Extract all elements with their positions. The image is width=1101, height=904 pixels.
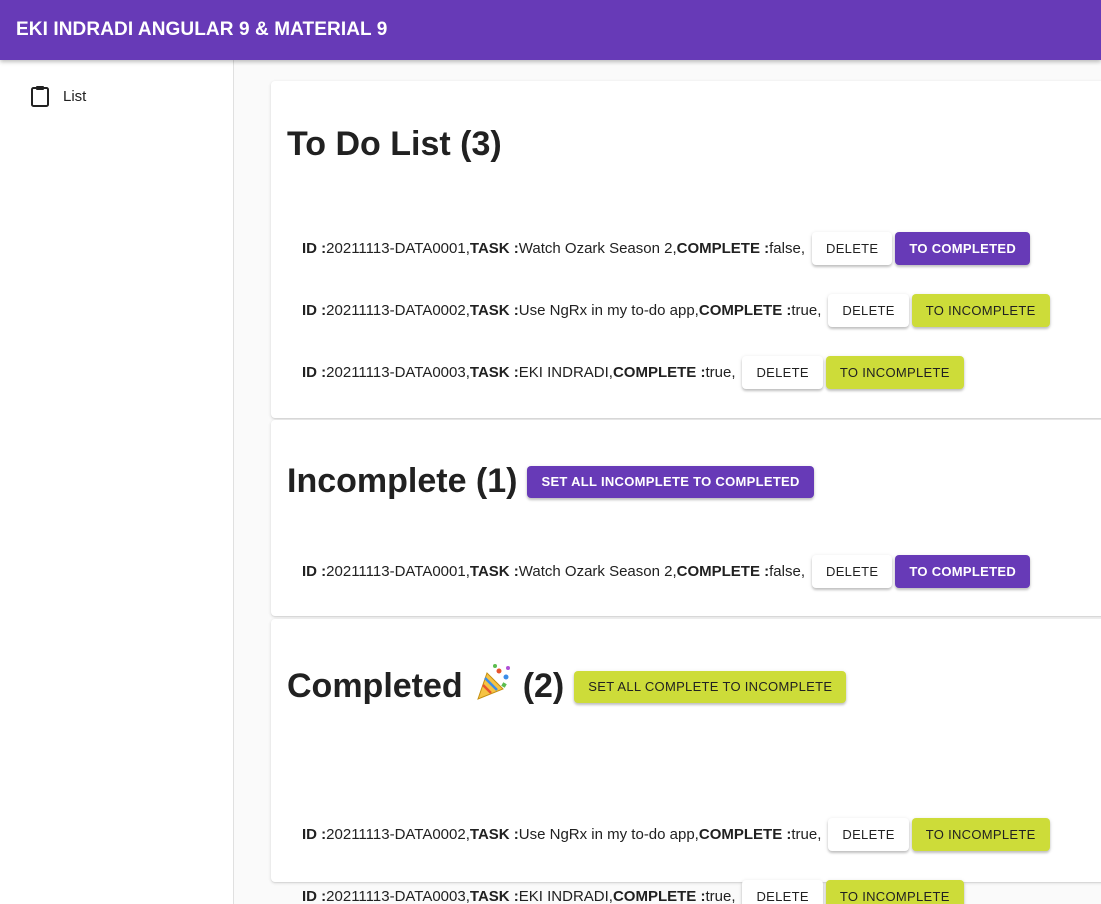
list-item: ID :20211113-DATA0001, TASK : Watch Ozark … xyxy=(302,554,1031,588)
to-incomplete-button[interactable]: TO INCOMPLETE xyxy=(825,879,964,904)
delete-button[interactable]: DELETE xyxy=(742,355,823,389)
id-label: ID : xyxy=(302,363,327,381)
completed-count: (2) xyxy=(522,667,565,705)
completed-card: Completed (2) SET ALL COMPLETE TO INCOMP… xyxy=(271,619,1101,904)
item-task: EKI INDRADI, xyxy=(518,887,613,904)
to-completed-button[interactable]: TO COMPLETED xyxy=(895,554,1031,588)
task-label: TASK : xyxy=(469,562,519,580)
item-id: 20211113-DATA0003, xyxy=(326,363,470,381)
list-item: ID :20211113-DATA0003, TASK : EKI INDRADI,… xyxy=(302,355,964,389)
delete-button[interactable]: DELETE xyxy=(812,554,893,588)
item-task: EKI INDRADI, xyxy=(518,363,613,381)
list-item: ID :20211113-DATA0001, TASK : Watch Ozark … xyxy=(302,231,1031,265)
task-label: TASK : xyxy=(469,363,519,381)
item-task: Use NgRx in my to-do app, xyxy=(518,301,699,319)
complete-label: COMPLETE : xyxy=(698,825,792,843)
delete-button[interactable]: DELETE xyxy=(828,293,909,327)
to-completed-button[interactable]: TO COMPLETED xyxy=(895,231,1031,265)
delete-button[interactable]: DELETE xyxy=(828,817,909,851)
top-toolbar: EKI INDRADI ANGULAR 9 & MATERIAL 9 xyxy=(0,0,1101,60)
id-label: ID : xyxy=(302,562,327,580)
item-id: 20211113-DATA0001, xyxy=(326,239,470,257)
incomplete-card: Incomplete (1) SET ALL INCOMPLETE TO COM… xyxy=(271,420,1101,616)
sidebar-item-list[interactable]: List xyxy=(30,83,86,109)
completed-title-text: Completed xyxy=(287,667,463,705)
complete-label: COMPLETE : xyxy=(612,887,706,904)
item-complete: false, xyxy=(769,562,805,580)
task-label: TASK : xyxy=(469,825,519,843)
list-item: ID :20211113-DATA0003, TASK : EKI INDRADI,… xyxy=(302,879,964,904)
app-title: EKI INDRADI ANGULAR 9 & MATERIAL 9 xyxy=(16,19,388,40)
item-complete: true, xyxy=(705,363,736,381)
item-id: 20211113-DATA0001, xyxy=(326,562,470,580)
to-incomplete-button[interactable]: TO INCOMPLETE xyxy=(911,817,1050,851)
party-popper-icon xyxy=(475,663,513,710)
task-label: TASK : xyxy=(469,301,519,319)
id-label: ID : xyxy=(302,239,327,257)
complete-label: COMPLETE : xyxy=(676,562,770,580)
item-id: 20211113-DATA0003, xyxy=(326,887,470,904)
item-task: Watch Ozark Season 2, xyxy=(518,239,677,257)
set-all-complete-to-incomplete-button[interactable]: SET ALL COMPLETE TO INCOMPLETE xyxy=(574,670,847,703)
incomplete-title: Incomplete (1) SET ALL INCOMPLETE TO COM… xyxy=(287,462,814,501)
id-label: ID : xyxy=(302,825,327,843)
main-content: To Do List (3) ID :20211113-DATA0001, TAS… xyxy=(234,60,1101,904)
todo-list-card: To Do List (3) ID :20211113-DATA0001, TAS… xyxy=(271,81,1101,418)
item-complete: false, xyxy=(769,239,805,257)
item-task: Use NgRx in my to-do app, xyxy=(518,825,699,843)
set-all-incomplete-to-completed-button[interactable]: SET ALL INCOMPLETE TO COMPLETED xyxy=(527,465,814,498)
item-id: 20211113-DATA0002, xyxy=(326,301,470,319)
item-complete: true, xyxy=(705,887,736,904)
complete-label: COMPLETE : xyxy=(612,363,706,381)
completed-title: Completed (2) SET ALL COMPLETE TO INCOMP… xyxy=(287,663,847,710)
clipboard-icon xyxy=(30,85,50,107)
task-label: TASK : xyxy=(469,239,519,257)
sidebar-item-label: List xyxy=(63,87,87,105)
item-complete: true, xyxy=(791,301,822,319)
todo-list-title: To Do List (3) xyxy=(287,125,502,163)
item-id: 20211113-DATA0002, xyxy=(326,825,470,843)
delete-button[interactable]: DELETE xyxy=(812,231,893,265)
item-complete: true, xyxy=(791,825,822,843)
list-item: ID :20211113-DATA0002, TASK : Use NgRx in … xyxy=(302,817,1050,851)
delete-button[interactable]: DELETE xyxy=(742,879,823,904)
id-label: ID : xyxy=(302,301,327,319)
to-incomplete-button[interactable]: TO INCOMPLETE xyxy=(911,293,1050,327)
task-label: TASK : xyxy=(469,887,519,904)
incomplete-title-text: Incomplete (1) xyxy=(287,462,518,500)
list-item: ID :20211113-DATA0002, TASK : Use NgRx in … xyxy=(302,293,1050,327)
id-label: ID : xyxy=(302,887,327,904)
complete-label: COMPLETE : xyxy=(698,301,792,319)
to-incomplete-button[interactable]: TO INCOMPLETE xyxy=(825,355,964,389)
item-task: Watch Ozark Season 2, xyxy=(518,562,677,580)
sidenav: List xyxy=(0,60,234,904)
complete-label: COMPLETE : xyxy=(676,239,770,257)
